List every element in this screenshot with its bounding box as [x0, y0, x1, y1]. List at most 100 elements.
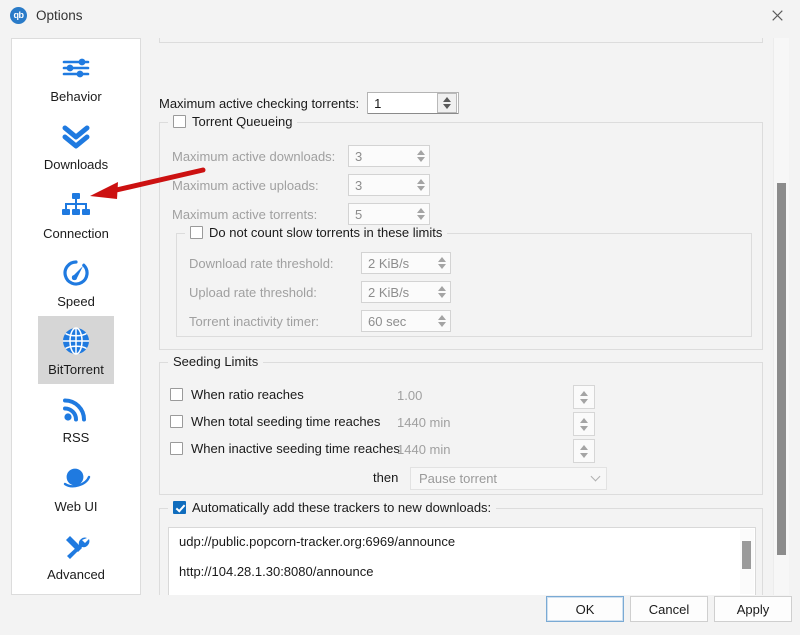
- torrent-queueing-header[interactable]: Torrent Queueing: [168, 114, 298, 129]
- tracker-line[interactable]: http://104.28.1.30:8080/announce: [169, 549, 755, 579]
- slow-torrents-header[interactable]: Do not count slow torrents in these limi…: [185, 225, 448, 240]
- stepper-up-icon[interactable]: [437, 286, 446, 291]
- max-active-downloads-spinbox[interactable]: 3: [348, 145, 430, 167]
- stepper-down-icon[interactable]: [580, 398, 588, 404]
- stepper-up-icon[interactable]: [580, 417, 588, 423]
- chevron-down-icon[interactable]: [590, 471, 601, 482]
- max-active-uploads-stepper[interactable]: [411, 175, 429, 195]
- max-active-torrents-spinbox[interactable]: 5: [348, 203, 430, 225]
- auto-trackers-checkbox[interactable]: [173, 501, 186, 514]
- stepper-up-icon[interactable]: [580, 390, 588, 396]
- upload-rate-threshold-spinbox[interactable]: 2 KiB/s: [361, 281, 451, 303]
- max-active-uploads-row: Maximum active uploads: 3: [172, 174, 430, 196]
- speedometer-icon: [56, 254, 96, 292]
- torrent-queueing-label: Torrent Queueing: [192, 114, 293, 129]
- download-rate-threshold-stepper[interactable]: [432, 253, 450, 273]
- stepper-up-icon[interactable]: [580, 444, 588, 450]
- when-total-seeding-time-value[interactable]: 1440 min: [397, 415, 450, 430]
- max-checking-torrents-value[interactable]: 1: [368, 96, 437, 111]
- torrent-inactivity-timer-spinbox[interactable]: 60 sec: [361, 310, 451, 332]
- auto-trackers-header[interactable]: Automatically add these trackers to new …: [168, 500, 497, 515]
- max-checking-torrents-stepper[interactable]: [437, 93, 458, 113]
- when-inactive-seeding-time-stepper[interactable]: [573, 439, 595, 463]
- slow-torrents-label: Do not count slow torrents in these limi…: [209, 225, 443, 240]
- max-active-uploads-spinbox[interactable]: 3: [348, 174, 430, 196]
- max-checking-torrents-spinbox[interactable]: 1: [367, 92, 460, 114]
- settings-scrollbar-thumb[interactable]: [777, 183, 786, 555]
- max-active-downloads-stepper[interactable]: [411, 146, 429, 166]
- upload-rate-threshold-stepper[interactable]: [432, 282, 450, 302]
- sidebar-item-advanced[interactable]: Advanced: [12, 521, 140, 589]
- torrent-queueing-group: Torrent Queueing Maximum active download…: [159, 114, 763, 350]
- when-inactive-seeding-time-check[interactable]: When inactive seeding time reaches: [170, 441, 400, 456]
- when-total-seeding-time-checkbox[interactable]: [170, 415, 183, 428]
- torrent-inactivity-timer-value[interactable]: 60 sec: [362, 314, 432, 329]
- sidebar-item-speed[interactable]: Speed: [12, 248, 140, 316]
- when-ratio-reaches-stepper[interactable]: [573, 385, 595, 409]
- stepper-up-icon[interactable]: [437, 315, 446, 320]
- window-title: Options: [36, 7, 83, 23]
- torrent-queueing-checkbox[interactable]: [173, 115, 186, 128]
- seeding-then-select[interactable]: Pause torrent: [410, 467, 607, 490]
- when-ratio-reaches-check[interactable]: When ratio reaches: [170, 387, 304, 402]
- when-total-seeding-time-check[interactable]: When total seeding time reaches: [170, 414, 380, 429]
- stepper-up-icon[interactable]: [416, 208, 425, 213]
- torrent-inactivity-timer-label: Torrent inactivity timer:: [189, 313, 320, 329]
- trackers-scrollbar-thumb[interactable]: [742, 541, 751, 569]
- cancel-button[interactable]: Cancel: [630, 596, 708, 622]
- stepper-down-icon[interactable]: [580, 425, 588, 431]
- stepper-up-icon[interactable]: [443, 97, 452, 102]
- when-inactive-seeding-time-checkbox[interactable]: [170, 442, 183, 455]
- trackers-vertical-scrollbar[interactable]: [740, 529, 754, 594]
- upload-rate-threshold-value[interactable]: 2 KiB/s: [362, 285, 432, 300]
- sidebar-item-label: RSS: [62, 430, 90, 446]
- stepper-up-icon[interactable]: [437, 257, 446, 262]
- max-checking-torrents-row: Maximum active checking torrents: 1: [159, 92, 460, 114]
- max-active-torrents-value[interactable]: 5: [349, 207, 411, 222]
- stepper-down-icon[interactable]: [437, 264, 446, 269]
- slow-torrents-checkbox[interactable]: [190, 226, 203, 239]
- apply-button[interactable]: Apply: [714, 596, 792, 622]
- stepper-up-icon[interactable]: [416, 179, 425, 184]
- sidebar-item-label: Connection: [43, 225, 109, 241]
- upload-rate-threshold-row: Upload rate threshold: 2 KiB/s: [189, 281, 451, 303]
- stepper-down-icon[interactable]: [437, 293, 446, 298]
- trackers-textarea[interactable]: udp://public.popcorn-tracker.org:6969/an…: [168, 527, 756, 595]
- stepper-down-icon[interactable]: [416, 157, 425, 162]
- tracker-line[interactable]: udp://public.popcorn-tracker.org:6969/an…: [169, 528, 755, 549]
- sidebar-item-behavior[interactable]: Behavior: [12, 39, 140, 111]
- seeding-limits-title: Seeding Limits: [168, 354, 264, 369]
- max-active-downloads-row: Maximum active downloads: 3: [172, 145, 430, 167]
- torrent-inactivity-timer-stepper[interactable]: [432, 311, 450, 331]
- stepper-down-icon[interactable]: [416, 215, 425, 220]
- when-total-seeding-time-stepper[interactable]: [573, 412, 595, 436]
- settings-vertical-scrollbar[interactable]: [773, 38, 789, 595]
- max-active-downloads-value[interactable]: 3: [349, 149, 411, 164]
- when-ratio-reaches-checkbox[interactable]: [170, 388, 183, 401]
- download-rate-threshold-spinbox[interactable]: 2 KiB/s: [361, 252, 451, 274]
- sidebar-item-rss[interactable]: RSS: [12, 384, 140, 452]
- when-ratio-reaches-label: When ratio reaches: [191, 387, 304, 402]
- stepper-down-icon[interactable]: [443, 104, 452, 109]
- sidebar-item-label: Web UI: [54, 498, 98, 514]
- sidebar-item-downloads[interactable]: Downloads: [12, 111, 140, 179]
- max-active-torrents-stepper[interactable]: [411, 204, 429, 224]
- seeding-then-label: then: [373, 470, 399, 485]
- download-rate-threshold-row: Download rate threshold: 2 KiB/s: [189, 252, 451, 274]
- close-icon[interactable]: [754, 0, 800, 30]
- sidebar-item-bittorrent[interactable]: BitTorrent: [38, 316, 114, 385]
- download-rate-threshold-value[interactable]: 2 KiB/s: [362, 256, 432, 271]
- when-inactive-seeding-time-value[interactable]: 1440 min: [397, 442, 450, 457]
- settings-sidebar[interactable]: Behavior Downloads Connection Speed BitT…: [11, 38, 141, 595]
- sidebar-item-connection[interactable]: Connection: [12, 180, 140, 248]
- stepper-down-icon[interactable]: [416, 186, 425, 191]
- when-ratio-reaches-value[interactable]: 1.00: [397, 388, 422, 403]
- sidebar-item-web-ui[interactable]: Web UI: [12, 453, 140, 521]
- settings-main-panel: Maximum active checking torrents: 1 Torr…: [149, 38, 789, 595]
- stepper-down-icon[interactable]: [437, 322, 446, 327]
- max-active-uploads-value[interactable]: 3: [349, 178, 411, 193]
- ok-button[interactable]: OK: [546, 596, 624, 622]
- stepper-down-icon[interactable]: [580, 452, 588, 458]
- stepper-up-icon[interactable]: [416, 150, 425, 155]
- max-active-uploads-label: Maximum active uploads:: [172, 177, 319, 193]
